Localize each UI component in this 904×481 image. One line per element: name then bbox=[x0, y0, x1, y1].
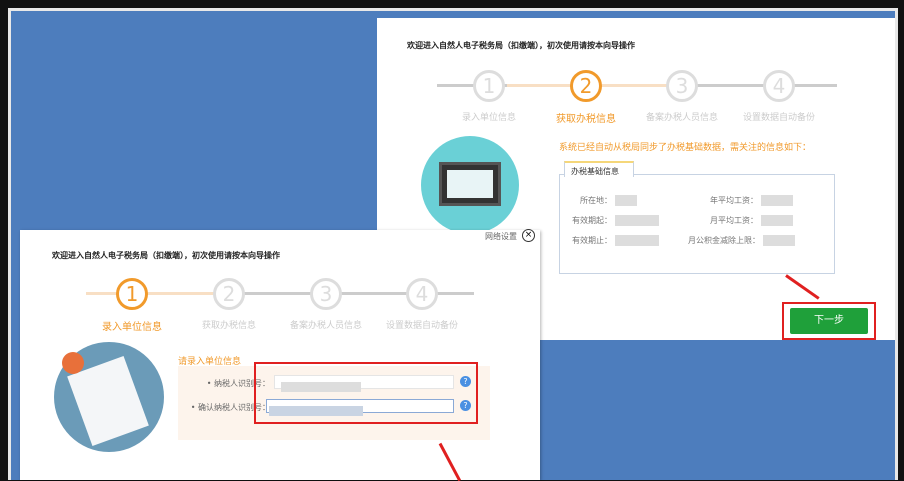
step-label: 获取办税信息 bbox=[201, 321, 256, 331]
highlight-box bbox=[254, 362, 478, 424]
step-2: 2 bbox=[570, 70, 602, 102]
valid-from-label: 有效期起： bbox=[572, 216, 612, 225]
step-label: 获取办税信息 bbox=[556, 114, 616, 125]
step-1: 1 bbox=[116, 278, 148, 310]
wizard-window-step1: 欢迎进入自然人电子税务局（扣缴端），初次使用请按本向导操作 1 2 3 4 录入… bbox=[20, 230, 540, 480]
step-label: 设置数据自动备份 bbox=[742, 113, 815, 123]
location-label: 所在地： bbox=[580, 196, 612, 205]
document-illustration bbox=[54, 342, 164, 452]
step-4: 4 bbox=[406, 278, 438, 310]
tax-info-panel: 办税基础信息 所在地： 有效期起： 有效期止： 年平均工资： 月平均工资： 月公… bbox=[559, 161, 835, 274]
highlight-box bbox=[782, 302, 876, 340]
step-indicator: 1 2 3 4 录入单位信息 获取办税信息 备案办税人员信息 设置数据自动备份 bbox=[437, 70, 837, 130]
step-2: 2 bbox=[213, 278, 245, 310]
step-3: 3 bbox=[310, 278, 342, 310]
step-label: 录入单位信息 bbox=[102, 322, 162, 333]
info-tab[interactable]: 办税基础信息 bbox=[564, 161, 634, 177]
window-title: 欢迎进入自然人电子税务局（扣缴端），初次使用请按本向导操作 bbox=[407, 41, 635, 50]
monthly-wage-label: 月平均工资： bbox=[710, 216, 758, 225]
sync-notice: 系统已经自动从税局同步了办税基础数据，需关注的信息如下： bbox=[559, 143, 812, 153]
step-label: 备案办税人员信息 bbox=[289, 321, 362, 331]
step-4: 4 bbox=[763, 70, 795, 102]
valid-to-label: 有效期止： bbox=[572, 236, 612, 245]
step-1: 1 bbox=[473, 70, 505, 102]
computer-illustration bbox=[421, 136, 519, 234]
step-label: 设置数据自动备份 bbox=[385, 321, 458, 331]
fund-limit-label: 月公积金减除上限： bbox=[688, 236, 760, 245]
close-icon[interactable]: × bbox=[522, 229, 535, 242]
step-label: 录入单位信息 bbox=[461, 113, 516, 123]
step-label: 备案办税人员信息 bbox=[645, 113, 718, 123]
network-settings-link[interactable]: 网络设置 bbox=[484, 231, 518, 242]
step-3: 3 bbox=[666, 70, 698, 102]
step-indicator: 1 2 3 4 录入单位信息 获取办税信息 备案办税人员信息 设置数据自动备份 bbox=[86, 278, 474, 338]
annual-wage-label: 年平均工资： bbox=[710, 196, 758, 205]
window-title: 欢迎进入自然人电子税务局（扣缴端），初次使用请按本向导操作 bbox=[52, 251, 280, 260]
